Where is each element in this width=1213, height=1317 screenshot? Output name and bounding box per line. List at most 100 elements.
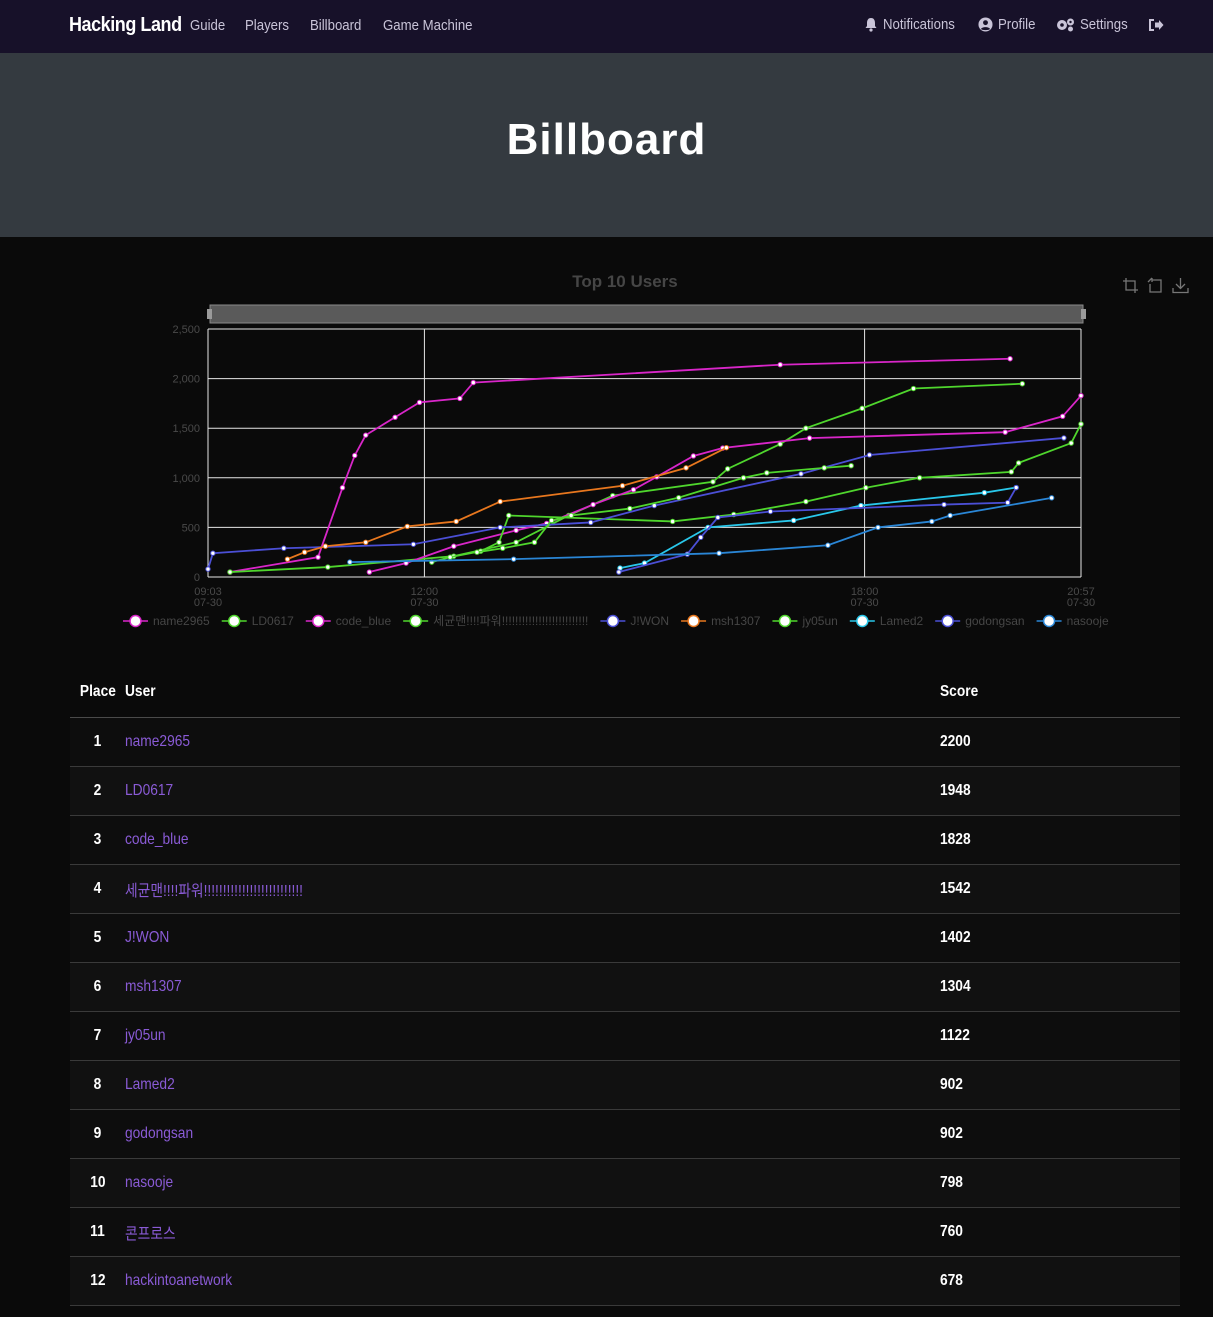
data-point <box>363 539 369 545</box>
legend-label: jy05un <box>801 614 837 628</box>
data-point <box>715 514 721 521</box>
legend-item[interactable]: LD0617 <box>221 614 294 628</box>
table-row: 9 godongsan 902 <box>70 1109 1180 1159</box>
nav-right-menu: Notifications Profile Settings <box>850 16 1169 33</box>
legend-item[interactable]: godongsan <box>935 614 1025 628</box>
legend-item[interactable]: msh1307 <box>681 614 761 628</box>
legend-label: godongsan <box>965 614 1024 628</box>
data-point <box>315 554 321 560</box>
legend-item[interactable]: 세균맨!!!!파워!!!!!!!!!!!!!!!!!!!!!!!!!! <box>403 614 588 628</box>
data-point <box>806 435 813 441</box>
data-point <box>790 517 797 524</box>
x-tick-date: 07-30 <box>1067 597 1095 609</box>
notifications-label: Notifications <box>882 16 955 33</box>
place-cell: 9 <box>70 1109 125 1159</box>
page-title: Billboard <box>506 115 707 164</box>
user-link[interactable]: code_blue <box>125 831 189 849</box>
data-point <box>506 512 512 519</box>
legend-label: LD0617 <box>252 614 294 628</box>
data-point <box>803 425 809 431</box>
table-row: 2 LD0617 1948 <box>70 766 1180 816</box>
user-link[interactable]: J!WON <box>125 929 169 947</box>
data-point <box>588 519 594 526</box>
user-link[interactable]: LD0617 <box>125 782 173 800</box>
user-cell: Lamed2 <box>125 1060 940 1110</box>
legend-item[interactable]: nasooje <box>1036 614 1109 628</box>
table-header-row: Place User Score <box>70 668 1180 718</box>
data-point <box>1059 413 1066 419</box>
legend-marker <box>129 614 142 628</box>
data-point <box>929 518 935 525</box>
data-point <box>1048 495 1055 501</box>
data-point <box>863 485 869 491</box>
settings-label: Settings <box>1079 16 1128 33</box>
data-point <box>453 518 459 525</box>
zoom-handle-right[interactable] <box>1081 309 1086 319</box>
legend-item[interactable]: Lamed2 <box>849 614 924 628</box>
nav-game-machine[interactable]: Game Machine <box>383 17 473 34</box>
series-line <box>476 464 852 554</box>
data-point <box>676 494 682 501</box>
data-point <box>1013 484 1019 491</box>
table-row: 3 code_blue 1828 <box>70 815 1180 865</box>
nav-profile[interactable]: Profile <box>978 16 1041 33</box>
score-cell: 902 <box>940 1060 1180 1110</box>
user-link[interactable]: 세균맨!!!!파워!!!!!!!!!!!!!!!!!!!!!!!!!! <box>125 877 303 901</box>
legend-item[interactable]: code_blue <box>305 614 392 628</box>
data-point <box>947 512 953 519</box>
data-point <box>619 483 626 489</box>
data-point <box>1007 356 1013 362</box>
column-header-score: Score <box>940 668 1180 718</box>
data-point <box>627 505 633 512</box>
score-cell: 2200 <box>940 717 1180 767</box>
data-point <box>322 543 329 549</box>
user-cell: code_blue <box>125 815 940 865</box>
user-link[interactable]: Lamed2 <box>125 1076 175 1094</box>
bell-icon <box>865 18 877 32</box>
zoom-handle-left[interactable] <box>207 309 212 319</box>
logout-button[interactable] <box>1148 18 1169 32</box>
legend-label: nasooje <box>1067 614 1109 628</box>
series-line <box>229 357 1011 573</box>
legend-marker <box>227 614 241 628</box>
nav-settings[interactable]: Settings <box>1055 16 1134 33</box>
user-cell: jy05un <box>125 1011 940 1061</box>
nav-notifications[interactable]: Notifications <box>864 16 965 33</box>
place-cell: 1 <box>70 717 125 767</box>
user-circle-icon <box>978 17 993 32</box>
place-cell: 10 <box>70 1158 125 1208</box>
data-point <box>1008 469 1015 475</box>
brand-logo[interactable]: Hacking Land <box>69 14 182 37</box>
y-tick-label: 1,000 <box>172 473 200 485</box>
table-row: 12 hackintoanetwork 678 <box>70 1256 1180 1306</box>
column-header-user: User <box>125 668 940 718</box>
data-point <box>981 489 988 496</box>
user-link[interactable]: 콘프로스 <box>125 1220 176 1244</box>
data-point <box>1019 381 1026 387</box>
score-cell: 1948 <box>940 766 1180 816</box>
legend-item[interactable]: name2965 <box>123 614 210 628</box>
user-link[interactable]: godongsan <box>125 1125 193 1143</box>
legend-item[interactable]: jy05un <box>772 614 838 628</box>
data-point <box>724 466 731 472</box>
user-link[interactable]: msh1307 <box>125 978 182 996</box>
score-cell: 1122 <box>940 1011 1180 1061</box>
y-tick-label: 1,500 <box>172 423 200 435</box>
data-point <box>513 539 519 545</box>
table-row: 8 Lamed2 902 <box>70 1060 1180 1110</box>
legend-item[interactable]: J!WON <box>600 614 669 628</box>
user-link[interactable]: hackintoanetwork <box>125 1272 232 1290</box>
user-link[interactable]: nasooje <box>125 1174 173 1192</box>
user-link[interactable]: name2965 <box>125 733 190 751</box>
nav-billboard[interactable]: Billboard <box>310 17 361 34</box>
zoom-slider[interactable] <box>209 304 1084 324</box>
user-link[interactable]: jy05un <box>125 1027 166 1045</box>
legend-label: code_blue <box>336 614 392 628</box>
nav-players[interactable]: Players <box>245 17 289 34</box>
nav-guide[interactable]: Guide <box>190 17 225 34</box>
score-cell: 798 <box>940 1158 1180 1208</box>
data-point <box>1004 499 1011 506</box>
table-row: 4 세균맨!!!!파워!!!!!!!!!!!!!!!!!!!!!!!!!! 1542 <box>70 864 1180 914</box>
nav-links: Guide Players Billboard Game Machine <box>190 17 500 34</box>
data-point <box>1078 392 1084 399</box>
